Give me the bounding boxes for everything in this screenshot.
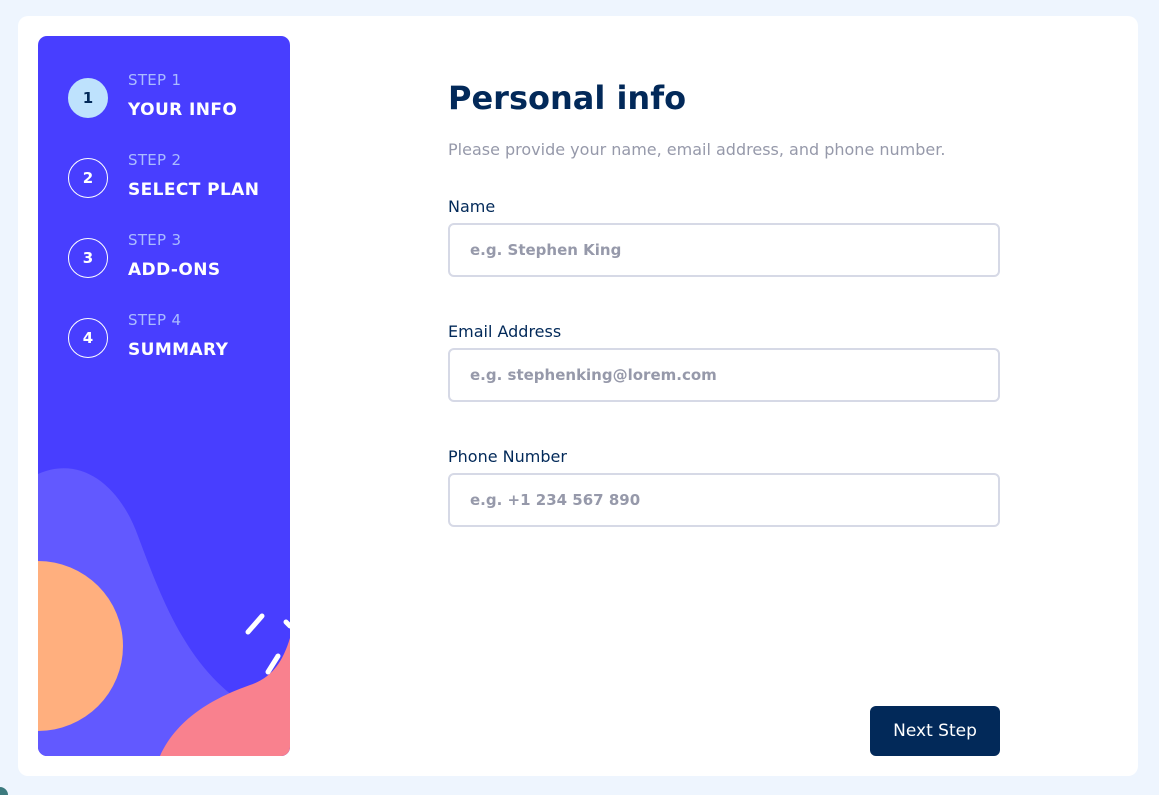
name-label: Name <box>448 197 496 216</box>
step-title: SUMMARY <box>128 340 229 360</box>
form-card: 1 STEP 1 YOUR INFO 2 STEP 2 SELECT PLAN … <box>18 16 1138 776</box>
page: 1 STEP 1 YOUR INFO 2 STEP 2 SELECT PLAN … <box>0 0 1159 795</box>
step-label: STEP 2 <box>128 151 182 169</box>
step-title: SELECT PLAN <box>128 180 260 200</box>
next-step-button[interactable]: Next Step <box>870 706 1000 756</box>
step-title: YOUR INFO <box>128 100 238 120</box>
step-label: STEP 1 <box>128 71 182 89</box>
name-input[interactable] <box>448 223 1000 277</box>
page-title: Personal info <box>448 79 687 117</box>
page-subtitle: Please provide your name, email address,… <box>448 140 946 159</box>
phone-label: Phone Number <box>448 447 567 466</box>
sidebar-background-art <box>38 468 290 756</box>
step-number-badge: 2 <box>68 158 108 198</box>
corner-accent <box>0 787 8 795</box>
step-label: STEP 4 <box>128 311 182 329</box>
sidebar-dash-3 <box>283 619 290 629</box>
step-number-badge: 1 <box>68 78 108 118</box>
step-title: ADD-ONS <box>128 260 221 280</box>
sidebar-dash-1 <box>245 613 265 635</box>
phone-input[interactable] <box>448 473 1000 527</box>
form-main: Personal info Please provide your name, … <box>448 76 1000 579</box>
email-label: Email Address <box>448 322 562 341</box>
step-number-badge: 4 <box>68 318 108 358</box>
email-input[interactable] <box>448 348 1000 402</box>
sidebar: 1 STEP 1 YOUR INFO 2 STEP 2 SELECT PLAN … <box>38 36 290 756</box>
step-number-badge: 3 <box>68 238 108 278</box>
step-label: STEP 3 <box>128 231 182 249</box>
form-fields: Name Email Address Phone Number <box>448 159 1000 579</box>
